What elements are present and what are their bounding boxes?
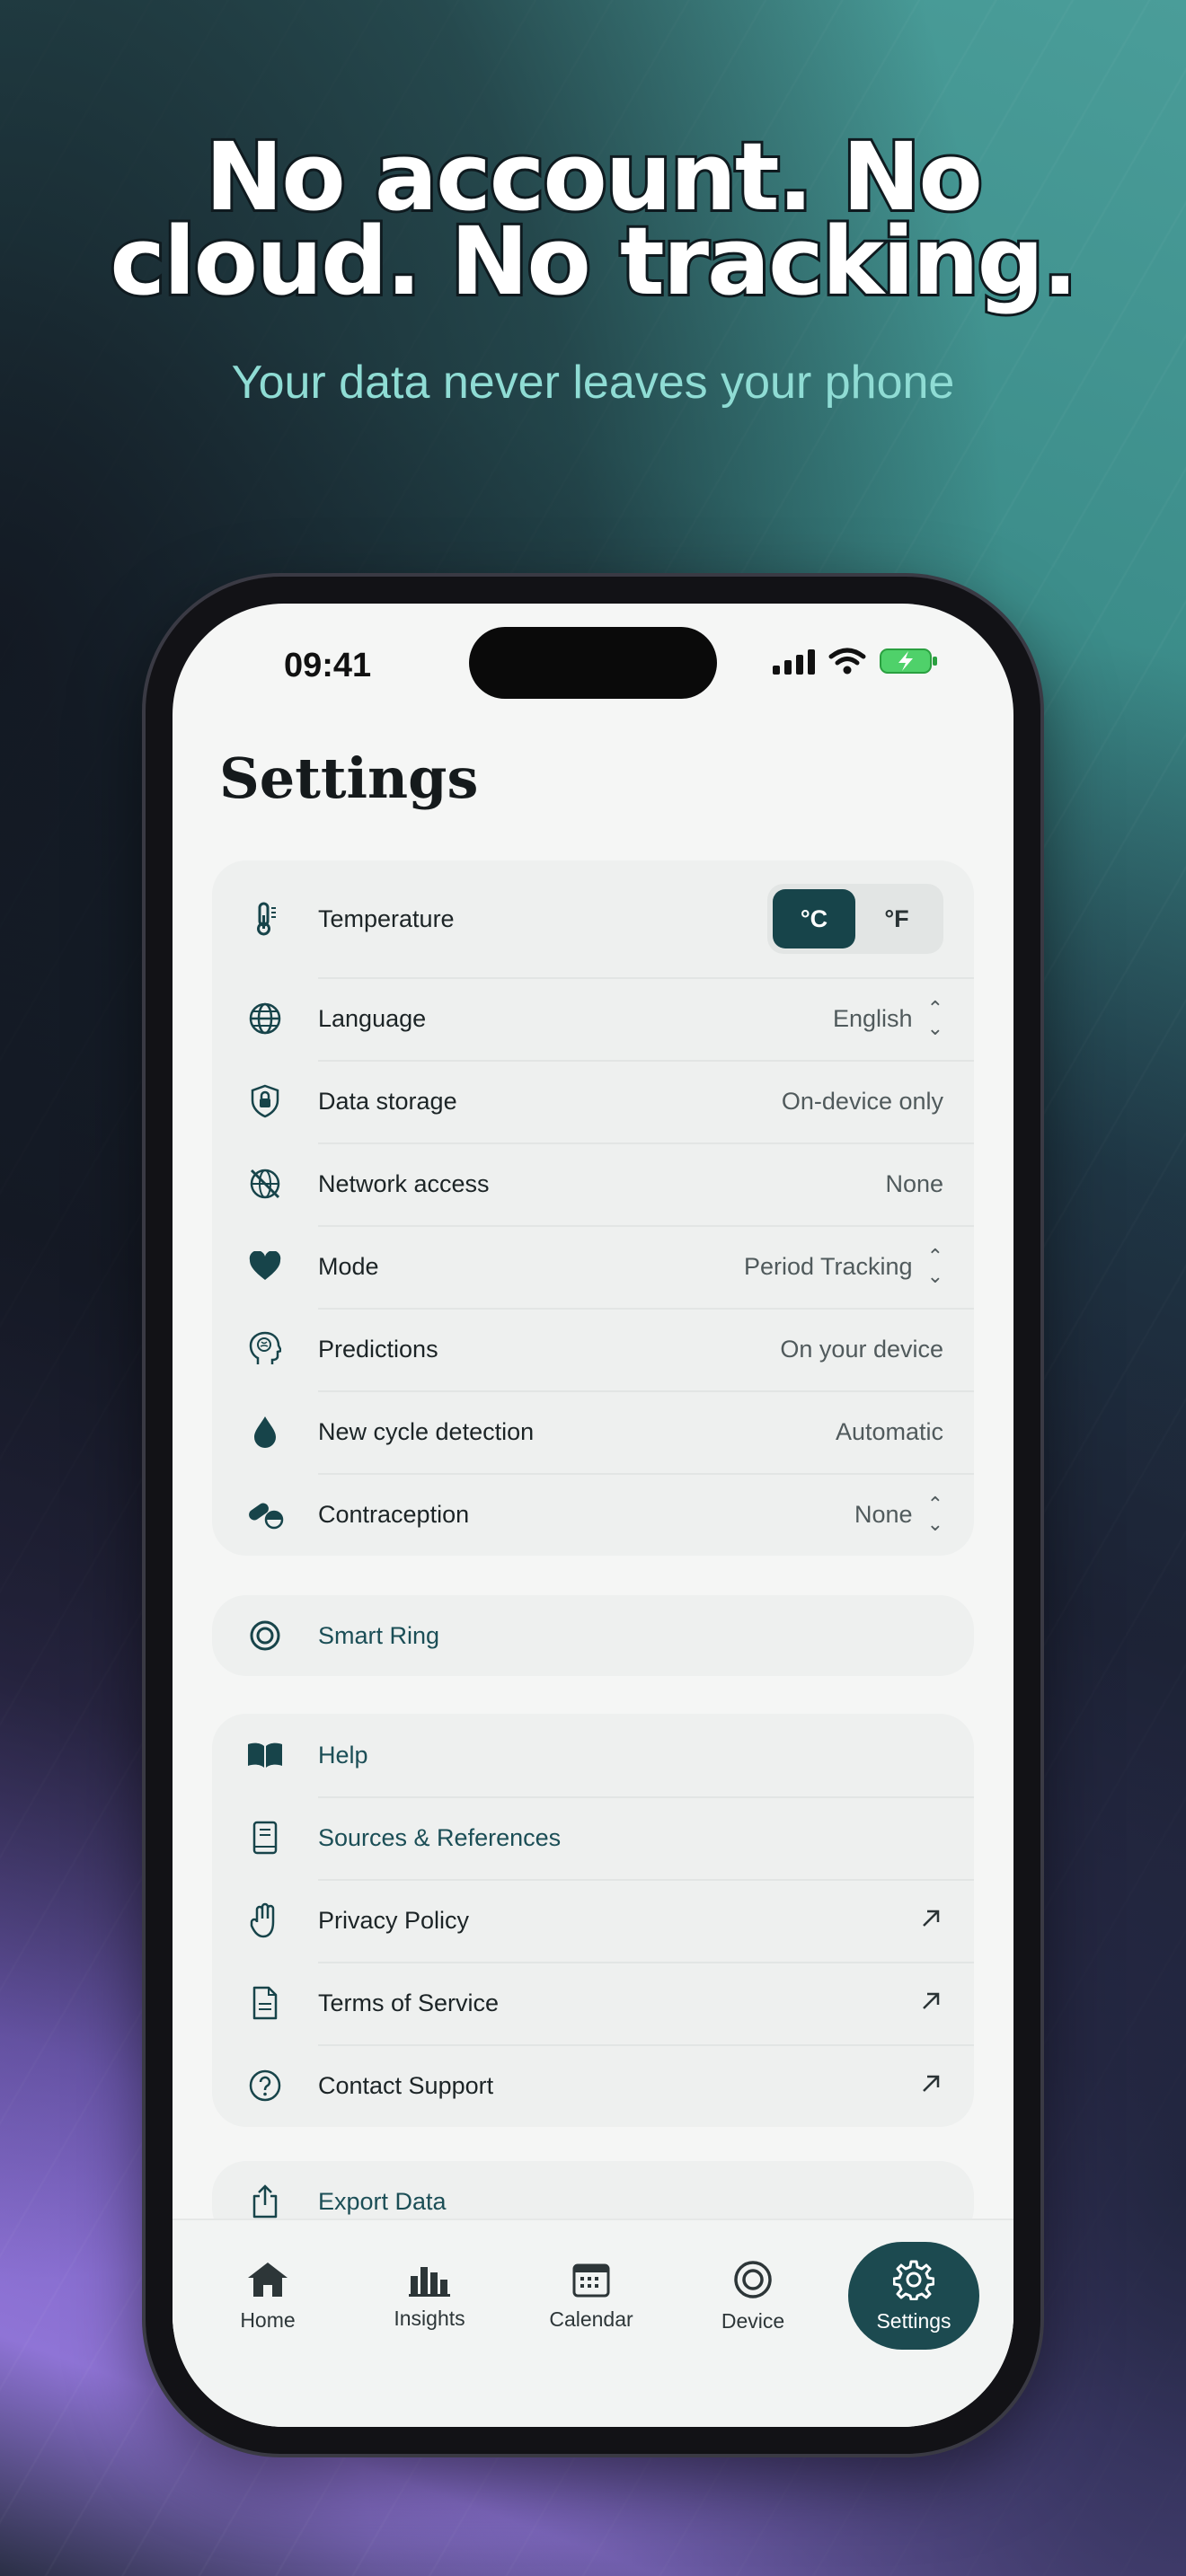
language-value-text: English [833, 1004, 913, 1032]
chevron-updown-icon: ⌃ ⌄ [926, 1493, 943, 1535]
globe-off-icon [212, 1167, 318, 1201]
tab-settings[interactable]: Settings [848, 2242, 979, 2350]
calendar-icon [572, 2263, 610, 2297]
page-title: Settings [219, 745, 479, 811]
brain-head-icon [212, 1331, 318, 1367]
row-predictions: Predictions On your device [212, 1308, 974, 1390]
mode-label: Mode [318, 1252, 379, 1280]
chevron-updown-icon: ⌃ ⌄ [926, 1245, 943, 1287]
tab-home[interactable]: Home [203, 2242, 332, 2350]
bar-chart-icon [409, 2266, 450, 2297]
external-link-icon [920, 2073, 974, 2098]
tab-insights[interactable]: Insights [365, 2242, 494, 2350]
tab-calendar-label: Calendar [549, 2307, 633, 2331]
contraception-value-text: None [854, 1500, 913, 1528]
signal-icon [773, 649, 815, 675]
language-value[interactable]: English ⌃ ⌄ [833, 999, 974, 1038]
tab-calendar[interactable]: Calendar [527, 2242, 656, 2350]
share-icon [212, 2183, 318, 2219]
celsius-option[interactable]: °C [773, 889, 855, 948]
shield-lock-icon [212, 1084, 318, 1118]
phone-screen: 09:41 Settings Temperature °C °F Languag… [173, 604, 1013, 2427]
row-terms[interactable]: Terms of Service [212, 1962, 974, 2044]
wifi-icon [828, 648, 866, 675]
predictions-value: On your device [780, 1335, 943, 1363]
document-icon [212, 1986, 318, 2020]
help-label: Help [318, 1741, 368, 1769]
mode-value-text: Period Tracking [743, 1252, 913, 1280]
row-smart-ring[interactable]: Smart Ring [212, 1595, 974, 1676]
home-icon [248, 2262, 288, 2297]
question-circle-icon [212, 2069, 318, 2103]
network-access-label: Network access [318, 1169, 490, 1197]
ring-icon [734, 2260, 772, 2298]
drop-icon [212, 1415, 318, 1449]
contraception-value[interactable]: None ⌃ ⌄ [854, 1495, 974, 1534]
tab-settings-label: Settings [876, 2308, 951, 2333]
tab-device-label: Device [721, 2308, 785, 2333]
hand-icon [212, 1902, 318, 1938]
phone-frame: 09:41 Settings Temperature °C °F Languag… [146, 577, 1040, 2454]
row-network-access: Network access None [212, 1142, 974, 1225]
row-language[interactable]: Language English ⌃ ⌄ [212, 977, 974, 1060]
row-temperature: Temperature °C °F [212, 860, 974, 977]
pill-icon [212, 1499, 318, 1530]
globe-icon [212, 1001, 318, 1036]
network-access-value: None [885, 1169, 943, 1197]
language-label: Language [318, 1004, 427, 1032]
external-link-icon [920, 1908, 974, 1933]
dynamic-island [469, 627, 717, 699]
tab-device[interactable]: Device [688, 2242, 818, 2350]
terms-label: Terms of Service [318, 1989, 500, 2016]
hero-subhead: Your data never leaves your phone [231, 357, 955, 409]
contraception-label: Contraception [318, 1500, 470, 1528]
data-storage-value: On-device only [781, 1087, 943, 1115]
hero-headline: No account. No cloud. No tracking. [107, 122, 1080, 316]
gear-icon [893, 2260, 934, 2300]
export-label: Export Data [318, 2187, 447, 2215]
row-help[interactable]: Help [212, 1714, 974, 1796]
tab-home-label: Home [240, 2307, 296, 2332]
row-data-storage: Data storage On-device only [212, 1060, 974, 1142]
settings-card: Temperature °C °F Language English ⌃ ⌄ Dat… [212, 860, 974, 1556]
sources-label: Sources & References [318, 1823, 562, 1851]
external-link-icon [920, 1990, 974, 2016]
battery-charging-icon [880, 648, 937, 674]
cycle-detection-value: Automatic [835, 1417, 943, 1445]
tab-bar: Home Insights Calendar Device Settings [173, 2220, 1013, 2427]
status-time: 09:41 [284, 647, 372, 684]
chevron-updown-icon: ⌃ ⌄ [926, 997, 943, 1039]
privacy-label: Privacy Policy [318, 1906, 470, 1934]
support-label: Contact Support [318, 2071, 494, 2099]
device-card: Smart Ring [212, 1595, 974, 1676]
ring-icon [212, 1619, 318, 1653]
row-cycle-detection: New cycle detection Automatic [212, 1390, 974, 1473]
info-card: Help Sources & References Privacy Policy [212, 1714, 974, 2127]
book-icon [212, 1821, 318, 1855]
temperature-label: Temperature [318, 904, 455, 932]
fahrenheit-option[interactable]: °F [855, 889, 938, 948]
row-mode[interactable]: Mode Period Tracking ⌃ ⌄ [212, 1225, 974, 1308]
smart-ring-label: Smart Ring [318, 1621, 440, 1649]
predictions-label: Predictions [318, 1335, 438, 1363]
mode-value[interactable]: Period Tracking ⌃ ⌄ [744, 1247, 974, 1286]
temperature-unit-toggle[interactable]: °C °F [767, 884, 943, 954]
row-sources[interactable]: Sources & References [212, 1796, 974, 1879]
row-privacy[interactable]: Privacy Policy [212, 1879, 974, 1962]
heart-icon [212, 1251, 318, 1282]
book-open-icon [212, 1741, 318, 1769]
row-support[interactable]: Contact Support [212, 2044, 974, 2127]
data-storage-label: Data storage [318, 1087, 457, 1115]
thermometer-icon [212, 901, 318, 937]
cycle-detection-label: New cycle detection [318, 1417, 535, 1445]
row-contraception[interactable]: Contraception None ⌃ ⌄ [212, 1473, 974, 1556]
tab-insights-label: Insights [394, 2306, 465, 2330]
status-icons [773, 647, 938, 675]
